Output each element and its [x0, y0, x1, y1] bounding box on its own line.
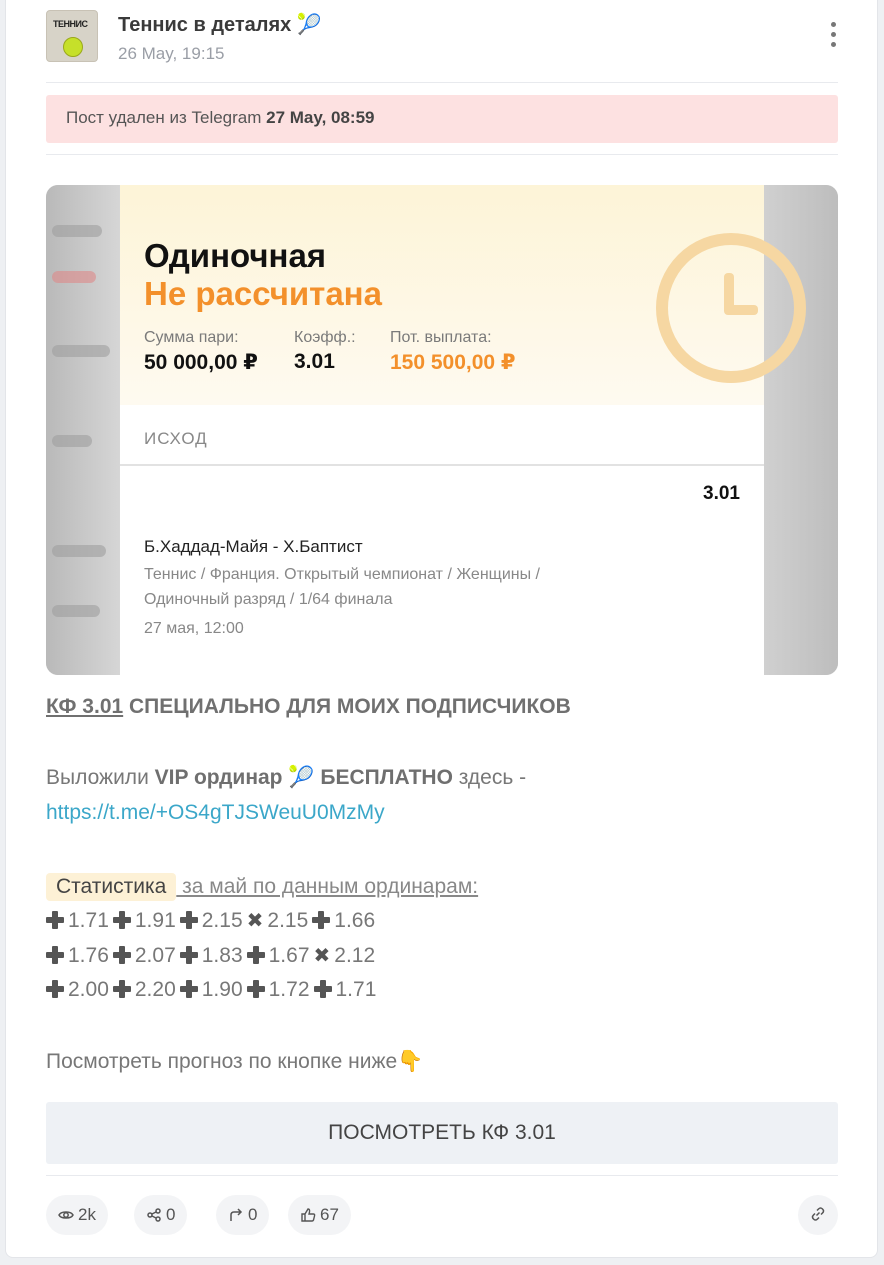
view-kf-button[interactable]: ПОСМОТРЕТЬ КФ 3.01 [46, 1102, 838, 1164]
tennis-ball-icon [63, 37, 83, 57]
odds-result-value: 2.15 [201, 909, 243, 932]
blurred-background-left [46, 185, 120, 675]
post-headline: КФ 3.01 СПЕЦИАЛЬНО ДЛЯ МОИХ ПОДПИСЧИКОВ [46, 695, 571, 719]
odds-label: Коэфф.: [294, 329, 356, 346]
channel-avatar[interactable]: ТЕННИС [46, 10, 98, 62]
channel-title[interactable]: Теннис в деталях 🎾 [118, 12, 322, 37]
likes-counter[interactable]: 67 [288, 1195, 351, 1235]
tennis-racket-icon: 🎾 [296, 14, 322, 36]
share-icon [147, 1208, 161, 1222]
forward-arrow-icon [230, 1208, 243, 1221]
event-description: Теннис / Франция. Открытый чемпионат / Ж… [144, 566, 540, 608]
telegram-link[interactable]: https://t.me/+OS4gTJSWeuU0MzMy [46, 801, 385, 825]
post-card: ТЕННИС Теннис в деталях 🎾 26 May, 19:15 … [5, 0, 878, 1258]
free-bold-text: БЕСПЛАТНО [320, 766, 453, 789]
copy-link-icon[interactable] [798, 1195, 838, 1235]
payout-value: 150 500,00 ₽ [390, 351, 516, 374]
stats-row: 1.76 2.07 1.83 1.67 ✖ 2.12 [46, 943, 379, 968]
vip-line: Выложили VIP ординар 🎾 БЕСПЛАТНО здесь - [46, 766, 526, 790]
odds-result-value: 1.72 [268, 978, 310, 1001]
odds-result-value: 2.00 [68, 978, 109, 1001]
tennis-racket-icon: 🎾 [288, 766, 315, 789]
plus-icon [246, 946, 265, 964]
ticket-divider [120, 464, 764, 466]
bet-ticket: Одиночная Не рассчитана Сумма пари: 50 0… [120, 185, 806, 675]
odds-result-value: 1.71 [335, 978, 377, 1001]
thumbs-up-icon [301, 1208, 316, 1222]
stake-value: 50 000,00 ₽ [144, 351, 258, 374]
odds-result-value: 1.67 [268, 944, 310, 967]
cross-icon: ✖ [246, 910, 264, 932]
divider [46, 1175, 838, 1176]
more-options-icon[interactable] [830, 22, 838, 52]
views-counter[interactable]: 2k [46, 1195, 108, 1235]
stats-heading: Статистика за май по данным ординарам: [46, 873, 478, 901]
plus-icon [179, 911, 198, 929]
odds-result-value: 1.71 [68, 909, 109, 932]
see-forecast-text: Посмотреть прогноз по кнопке ниже👇 [46, 1050, 423, 1074]
headline-rest: СПЕЦИАЛЬНО ДЛЯ МОИХ ПОДПИСЧИКОВ [123, 695, 571, 718]
views-count: 2k [78, 1205, 96, 1224]
post-header: ТЕННИС Теннис в деталях 🎾 26 May, 19:15 [46, 10, 838, 70]
kf-underlined: КФ 3.01 [46, 695, 124, 718]
odds-result-value: 2.12 [334, 944, 376, 967]
divider [46, 82, 838, 83]
ticket-header: Одиночная Не рассчитана Сумма пари: 50 0… [120, 185, 806, 405]
stats-heading-rest: за май по данным ординарам: [176, 875, 479, 898]
outcome-odds: 3.01 [703, 483, 740, 504]
odds-result-value: 2.07 [134, 944, 176, 967]
event-time: 27 мая, 12:00 [144, 620, 244, 637]
odds-result-value: 1.91 [134, 909, 176, 932]
post-date: 26 May, 19:15 [118, 44, 225, 63]
vip-pre-text: Выложили [46, 766, 155, 789]
plus-icon [246, 980, 265, 998]
bet-screenshot-image[interactable]: Одиночная Не рассчитана Сумма пари: 50 0… [46, 185, 838, 675]
plus-icon [313, 980, 332, 998]
vip-post-text: здесь - [452, 766, 527, 789]
forwards-counter[interactable]: 0 [216, 1195, 270, 1235]
plus-icon [46, 911, 64, 929]
odds-result-value: 1.66 [334, 909, 376, 932]
plus-icon [112, 946, 131, 964]
channel-title-text: Теннис в деталях [118, 14, 292, 36]
shares-counter[interactable]: 0 [134, 1195, 188, 1235]
bet-status: Не рассчитана [144, 275, 382, 312]
odds-value: 3.01 [294, 350, 335, 373]
likes-count: 67 [320, 1205, 339, 1224]
stats-badge: Статистика [46, 873, 177, 901]
stats-row: 2.00 2.20 1.90 1.72 1.71 [46, 978, 380, 1002]
divider [46, 154, 838, 155]
avatar-logo-text: ТЕННИС [53, 19, 88, 29]
eye-icon [58, 1211, 74, 1219]
deleted-notice-text: Пост удален из Telegram [66, 108, 267, 127]
odds-result-value: 2.15 [267, 909, 309, 932]
cross-icon: ✖ [313, 945, 331, 967]
odds-result-value: 1.76 [68, 944, 109, 967]
vip-bold-text: VIP ординар [154, 766, 283, 789]
deleted-notice-date: 27 May, 08:59 [266, 108, 375, 127]
see-forecast-label: Посмотреть прогноз по кнопке ниже [46, 1050, 398, 1073]
match-name: Б.Хаддад-Майя - Х.Баптист [144, 537, 363, 556]
pointing-down-icon: 👇 [397, 1050, 424, 1073]
plus-icon [46, 946, 64, 964]
shares-count: 0 [166, 1205, 176, 1224]
odds-result-value: 1.90 [201, 978, 243, 1001]
payout-label: Пот. выплата: [390, 329, 492, 346]
bet-type: Одиночная [144, 237, 327, 274]
outcome-label: ИСХОД [144, 429, 208, 448]
plus-icon [312, 911, 331, 929]
clock-icon [656, 233, 806, 383]
plus-icon [112, 980, 131, 998]
odds-result-value: 1.83 [201, 944, 243, 967]
stats-row: 1.71 1.91 2.15 ✖ 2.15 1.66 [46, 908, 379, 933]
stake-label: Сумма пари: [144, 329, 239, 346]
odds-result-value: 2.20 [134, 978, 176, 1001]
plus-icon [46, 980, 64, 998]
plus-icon [179, 980, 198, 998]
forwards-count: 0 [248, 1205, 258, 1224]
plus-icon [179, 946, 198, 964]
plus-icon [112, 911, 131, 929]
deleted-notice: Пост удален из Telegram 27 May, 08:59 [46, 95, 838, 143]
